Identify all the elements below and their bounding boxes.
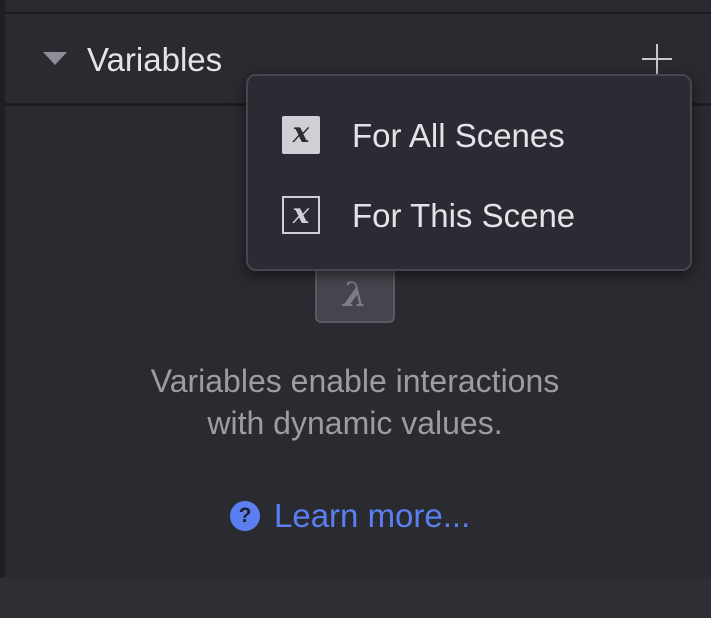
bottom-strip (0, 578, 711, 618)
menu-item-label: For All Scenes (352, 117, 565, 154)
disclosure-triangle-icon[interactable] (43, 52, 67, 65)
learn-more-link[interactable]: ? Learn more... (230, 496, 470, 536)
variable-x-filled-icon: x (282, 116, 320, 154)
variable-x-outlined-icon: x (282, 196, 320, 234)
empty-state-line-1: Variables enable interactions (150, 363, 560, 399)
menu-item-label: For This Scene (352, 197, 576, 234)
add-variable-button[interactable] (639, 42, 675, 78)
section-title: Variables (87, 41, 223, 78)
lambda-glyph: λ (343, 275, 367, 315)
help-circle-icon: ? (230, 501, 260, 531)
menu-item-for-this-scene[interactable]: x For This Scene (248, 186, 690, 246)
empty-state-text: Variables enable interactions with dynam… (100, 360, 610, 444)
empty-state-line-2: with dynamic values. (207, 405, 503, 441)
learn-more-label: Learn more... (274, 497, 471, 534)
variables-panel: Variables λ Variables enable interaction… (0, 0, 711, 618)
add-variable-menu: x For All Scenes x For This Scene (246, 74, 692, 271)
menu-item-for-all-scenes[interactable]: x For All Scenes (248, 106, 690, 166)
